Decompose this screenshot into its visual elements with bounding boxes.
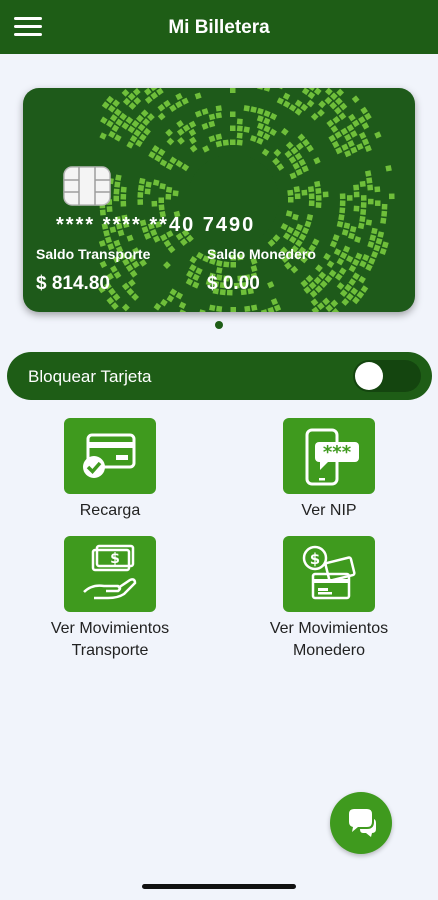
svg-text:***: *** <box>323 442 352 463</box>
home-indicator <box>142 884 296 889</box>
block-card-row: Bloquear Tarjeta <box>7 352 432 400</box>
transport-balance-value: $ 814.80 <box>36 273 110 294</box>
action-tile: $ <box>64 536 156 612</box>
chat-bubbles-icon <box>349 809 376 837</box>
transport-balance-label: Saldo Transporte <box>36 246 151 262</box>
transport-movements-button[interactable]: $ Ver Movimientos Transporte <box>10 536 210 662</box>
wallet-balance-label: Saldo Monedero <box>207 246 316 262</box>
svg-text:$: $ <box>110 551 120 567</box>
svg-text:$: $ <box>310 550 320 568</box>
action-label: Ver Movimientos Monedero <box>269 620 389 659</box>
dollar-cards-icon: $ <box>302 545 356 600</box>
card-number: **** **** **40 7490 <box>56 214 256 236</box>
action-tile <box>64 418 156 494</box>
action-tile: *** <box>283 418 375 494</box>
block-card-label: Bloquear Tarjeta <box>28 367 152 386</box>
action-tile: $ <box>283 536 375 612</box>
wallet-movements-button[interactable]: $ Ver Movimientos Monedero <box>229 536 429 662</box>
action-label: Ver NIP <box>301 502 357 519</box>
view-pin-button[interactable]: *** Ver NIP <box>229 418 429 522</box>
action-label: Ver Movimientos Transporte <box>50 620 170 659</box>
recharge-button[interactable]: Recarga <box>10 418 210 522</box>
wallet-balance-value: $ 0.00 <box>207 273 260 294</box>
cash-hand-icon: $ <box>83 544 137 600</box>
chat-button[interactable] <box>330 792 392 854</box>
toggle-knob <box>355 362 383 390</box>
app-bar: Mi Billetera <box>0 0 438 54</box>
page-title: Mi Billetera <box>168 17 270 38</box>
phone-pin-icon: *** <box>305 428 359 486</box>
action-label: Recarga <box>79 502 141 519</box>
block-card-toggle[interactable] <box>353 360 421 392</box>
carousel-indicator <box>215 321 223 329</box>
wallet-card[interactable]: **** **** **40 7490 Saldo Transporte Sal… <box>23 88 415 312</box>
card-check-icon <box>83 433 136 478</box>
chip-icon <box>63 166 111 206</box>
